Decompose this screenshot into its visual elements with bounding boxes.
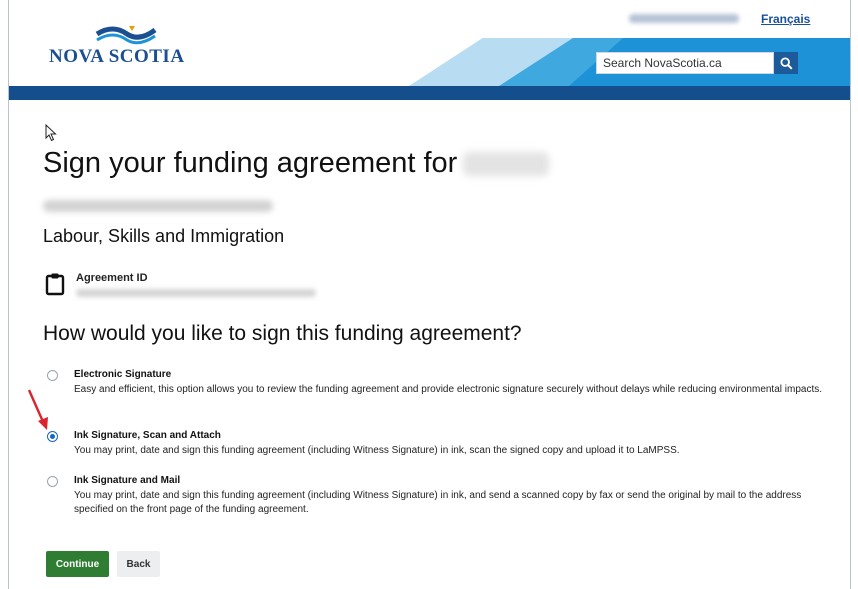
logo-text: NOVA SCOTIA bbox=[49, 46, 185, 67]
search-icon bbox=[779, 56, 793, 70]
signing-method-question: How would you like to sign this funding … bbox=[43, 322, 522, 345]
department-name: Labour, Skills and Immigration bbox=[43, 226, 285, 246]
agreement-id-value-redacted bbox=[76, 289, 316, 297]
page-title-text: Sign your funding agreement for bbox=[43, 147, 458, 179]
search-input[interactable]: Search NovaScotia.ca bbox=[596, 52, 774, 74]
mouse-cursor-icon bbox=[45, 124, 57, 142]
browser-frame: NOVA SCOTIA Français Search NovaScotia.c… bbox=[8, 0, 851, 589]
top-navigation-bar bbox=[9, 86, 850, 100]
organization-name-redacted bbox=[43, 200, 273, 212]
site-header: NOVA SCOTIA Français Search NovaScotia.c… bbox=[9, 0, 850, 100]
language-toggle-link[interactable]: Français bbox=[761, 12, 810, 26]
continue-button[interactable]: Continue bbox=[46, 551, 109, 577]
option-title: Electronic Signature bbox=[74, 369, 172, 380]
agreement-id-label: Agreement ID bbox=[76, 272, 148, 284]
radio-electronic-signature[interactable] bbox=[47, 370, 58, 381]
flag-wave-icon bbox=[95, 26, 157, 45]
page-title: Sign your funding agreement for bbox=[43, 146, 550, 180]
option-title: Ink Signature, Scan and Attach bbox=[74, 430, 221, 441]
nova-scotia-logo[interactable]: NOVA SCOTIA bbox=[49, 24, 199, 68]
user-name-redacted bbox=[629, 14, 739, 23]
annotation-arrow-icon bbox=[27, 389, 48, 430]
radio-ink-mail[interactable] bbox=[47, 476, 58, 487]
search-button[interactable] bbox=[774, 52, 798, 74]
option-title: Ink Signature and Mail bbox=[74, 475, 181, 486]
back-button[interactable]: Back bbox=[117, 551, 160, 577]
clipboard-icon bbox=[45, 273, 65, 296]
radio-ink-scan-attach[interactable] bbox=[47, 431, 58, 442]
option-description: Easy and efficient, this option allows y… bbox=[74, 384, 823, 395]
program-name-redacted bbox=[463, 152, 550, 177]
option-description: You may print, date and sign this fundin… bbox=[74, 490, 802, 515]
option-description: You may print, date and sign this fundin… bbox=[74, 445, 680, 456]
